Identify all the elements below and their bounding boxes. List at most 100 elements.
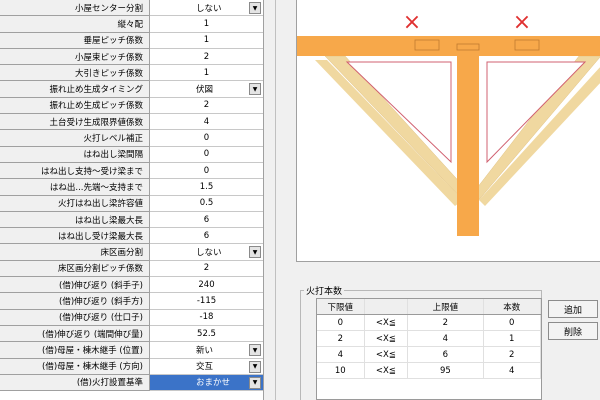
table-row[interactable]: 10 <X≦ 95 4 (317, 363, 541, 379)
center-post (457, 56, 479, 236)
cell-lower[interactable]: 0 (317, 315, 365, 330)
cell-upper[interactable]: 95 (408, 363, 484, 378)
property-value[interactable]: 2 (150, 48, 263, 66)
property-row[interactable]: 縦々配 1 (0, 16, 263, 33)
property-row[interactable]: (借)母屋・棟木継手 (方向) 交互 ▼ (0, 358, 263, 375)
cell-op[interactable]: <X≦ (365, 347, 409, 362)
cell-count[interactable]: 4 (484, 363, 541, 378)
property-value[interactable]: 0.5 (150, 195, 263, 212)
property-value[interactable]: 6 (150, 228, 263, 245)
property-row[interactable]: 床区画分割ピッチ係数 2 (0, 260, 263, 278)
property-value[interactable]: 2 (150, 97, 263, 115)
property-row[interactable]: 大引きピッチ係数 1 (0, 65, 263, 82)
cell-op[interactable]: <X≦ (365, 363, 409, 378)
property-value-text: 0.5 (199, 198, 214, 209)
property-label: 火打はね出し梁許容値 (0, 195, 150, 212)
property-row[interactable]: はね出し梁間隔 0 (0, 146, 263, 163)
property-combo[interactable]: しない ▼ (150, 244, 263, 261)
property-row[interactable]: (借)母屋・棟木継手 (位置) 新い ▼ (0, 342, 263, 359)
property-row[interactable]: (借)火打設置基準 おまかせ ▼ (0, 374, 263, 392)
property-row[interactable]: (借)伸び返り (端間伸び量) 52.5 (0, 325, 263, 343)
property-row[interactable]: 振れ止め生成ピッチ係数 2 (0, 97, 263, 115)
property-value-text: 2 (203, 51, 210, 62)
chevron-down-icon[interactable]: ▼ (249, 344, 261, 357)
property-combo[interactable]: おまかせ ▼ (150, 374, 263, 392)
property-row[interactable]: (借)伸び返り (斜手子) 240 (0, 277, 263, 294)
property-combo[interactable]: 伏図 ▼ (150, 81, 263, 98)
hiuchi-diagram: × × (297, 10, 600, 236)
property-row[interactable]: 火打レベル補正 0 (0, 130, 263, 147)
property-value-text: 6 (203, 214, 210, 225)
property-label: 振れ止め生成タイミング (0, 81, 150, 98)
property-value-text: 4 (203, 116, 210, 127)
property-value[interactable]: 1 (150, 32, 263, 49)
header-count[interactable]: 本数 (484, 299, 541, 314)
header-lower[interactable]: 下限値 (317, 299, 365, 314)
cell-lower[interactable]: 10 (317, 363, 365, 378)
property-value-text: 0 (203, 133, 210, 144)
property-value[interactable]: 240 (150, 277, 263, 294)
header-op[interactable] (365, 299, 409, 314)
property-row[interactable]: 土台受け生成限界値係数 4 (0, 114, 263, 131)
chevron-down-icon[interactable]: ▼ (249, 246, 261, 259)
property-value-text: 交互 (196, 362, 214, 373)
property-row[interactable]: 床区画分割 しない ▼ (0, 244, 263, 261)
property-value[interactable]: 0 (150, 130, 263, 147)
property-row[interactable]: はね出し梁最大長 6 (0, 211, 263, 229)
cell-upper[interactable]: 2 (408, 315, 484, 330)
header-upper[interactable]: 上限値 (408, 299, 484, 314)
property-value[interactable]: 1 (150, 65, 263, 82)
property-row[interactable]: はね出...先端～支持まで 1.5 (0, 179, 263, 196)
table-row[interactable]: 4 <X≦ 6 2 (317, 347, 541, 363)
delete-button[interactable]: 削除 (548, 322, 598, 340)
property-value[interactable]: 0 (150, 162, 263, 180)
property-row[interactable]: (借)伸び返り (斜手方) -115 (0, 293, 263, 310)
property-value[interactable]: 1 (150, 16, 263, 33)
property-row[interactable]: 小屋束ピッチ係数 2 (0, 48, 263, 66)
table-row[interactable]: 0 <X≦ 2 0 (317, 315, 541, 331)
add-button[interactable]: 追加 (548, 300, 598, 318)
property-label: (借)伸び返り (斜手方) (0, 293, 150, 310)
hiuchi-count-title: 火打本数 (304, 284, 345, 297)
cell-count[interactable]: 2 (484, 347, 541, 362)
property-row[interactable]: はね出し支持～受け梁まで 0 (0, 162, 263, 180)
property-value[interactable]: 52.5 (150, 325, 263, 343)
property-label: 床区画分割ピッチ係数 (0, 260, 150, 278)
cell-count[interactable]: 0 (484, 315, 541, 330)
property-label: 大引きピッチ係数 (0, 65, 150, 82)
cell-upper[interactable]: 4 (408, 331, 484, 346)
cell-op[interactable]: <X≦ (365, 315, 409, 330)
property-row[interactable]: 振れ止め生成タイミング 伏図 ▼ (0, 81, 263, 98)
property-combo[interactable]: 交互 ▼ (150, 358, 263, 375)
cell-lower[interactable]: 2 (317, 331, 365, 346)
property-value[interactable]: -18 (150, 309, 263, 326)
hiuchi-count-table[interactable]: 下限値 上限値 本数 0 <X≦ 2 0 2 <X≦ 4 1 4 <X≦ 6 2 10 <X≦ 95 4 (316, 298, 542, 400)
cell-count[interactable]: 1 (484, 331, 541, 346)
property-value[interactable]: 0 (150, 146, 263, 163)
property-label: はね出し梁間隔 (0, 146, 150, 163)
property-value-text: 1 (203, 35, 210, 46)
property-value-text: -115 (196, 295, 217, 306)
chevron-down-icon[interactable]: ▼ (249, 2, 261, 14)
cell-upper[interactable]: 6 (408, 347, 484, 362)
property-row[interactable]: 垂屋ピッチ係数 1 (0, 32, 263, 49)
property-value-text: 1.5 (199, 181, 214, 192)
property-value[interactable]: 4 (150, 114, 263, 131)
cell-op[interactable]: <X≦ (365, 331, 409, 346)
property-row[interactable]: (借)伸び返り (仕口子) -18 (0, 309, 263, 326)
chevron-down-icon[interactable]: ▼ (249, 360, 261, 373)
property-combo[interactable]: しない ▼ (150, 0, 263, 17)
property-row[interactable]: はね出し受け梁最大長 6 (0, 228, 263, 245)
chevron-down-icon[interactable]: ▼ (249, 83, 261, 96)
property-combo[interactable]: 新い ▼ (150, 342, 263, 359)
chevron-down-icon[interactable]: ▼ (249, 376, 261, 389)
grid-scrollbar[interactable] (264, 0, 276, 400)
property-row[interactable]: 火打はね出し梁許容値 0.5 (0, 195, 263, 212)
property-row[interactable]: 小屋センター分割 しない ▼ (0, 0, 263, 17)
property-value[interactable]: 1.5 (150, 179, 263, 196)
property-value[interactable]: -115 (150, 293, 263, 310)
property-value[interactable]: 6 (150, 211, 263, 229)
table-row[interactable]: 2 <X≦ 4 1 (317, 331, 541, 347)
cell-lower[interactable]: 4 (317, 347, 365, 362)
property-value[interactable]: 2 (150, 260, 263, 278)
